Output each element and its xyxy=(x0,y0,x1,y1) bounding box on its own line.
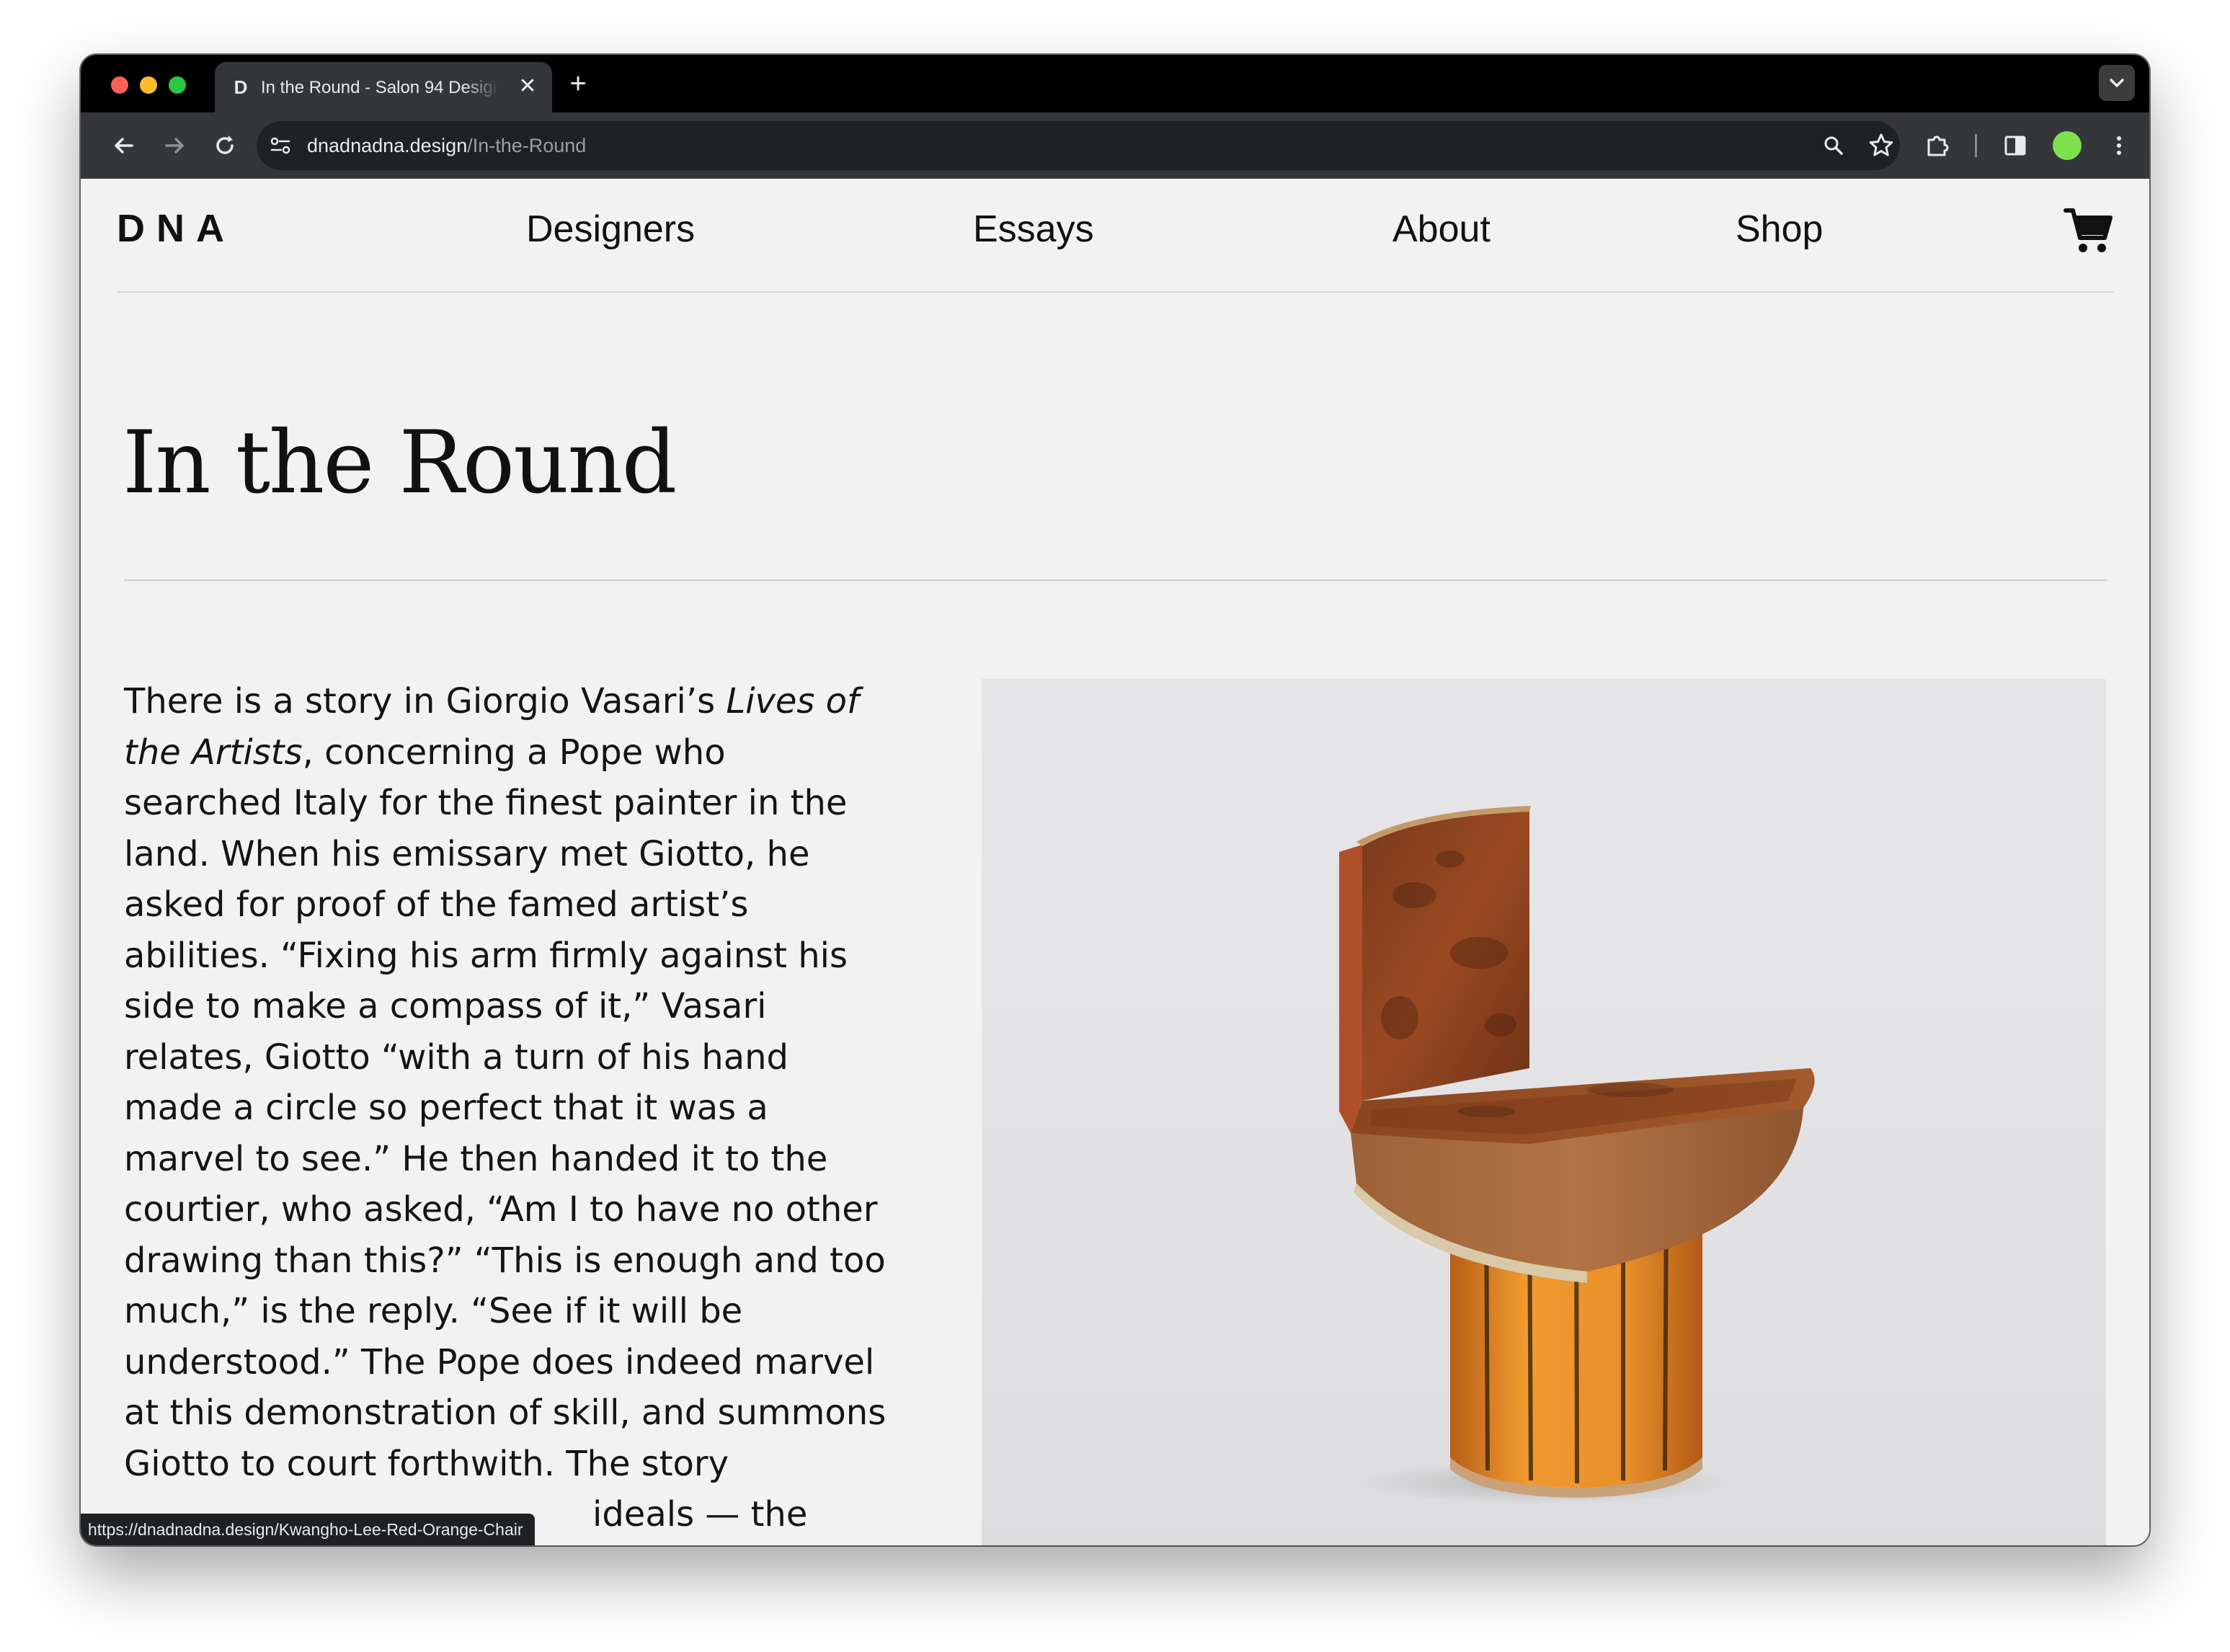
nav-essays[interactable]: Essays xyxy=(973,206,1094,252)
url-host: dnadnadna.design xyxy=(307,135,468,156)
browser-toolbar: dnadnadna.design/In-the-Round xyxy=(81,112,2149,179)
nav-shop[interactable]: Shop xyxy=(1736,206,1823,252)
book-title-italic: the Artists xyxy=(124,732,303,773)
reload-icon[interactable] xyxy=(210,131,239,160)
text-line: side to make a compass of it,” Vasari xyxy=(124,986,767,1026)
tab-search-button[interactable] xyxy=(2099,65,2135,101)
text-line: understood.” The Pope does indeed marvel xyxy=(124,1341,875,1382)
text-line: asked for proof of the famed artist’s xyxy=(124,884,749,925)
bookmark-star-icon[interactable] xyxy=(1867,131,1896,160)
text-line: drawing than this?” “This is enough and … xyxy=(124,1240,886,1281)
more-menu-icon[interactable] xyxy=(2105,131,2133,160)
link-status-bar: https://dnadnadna.design/Kwangho-Lee-Red… xyxy=(81,1514,535,1545)
tab-strip: D In the Round - Salon 94 Design ✕ + xyxy=(81,55,2149,112)
toolbar-separator xyxy=(1975,134,1977,157)
browser-window: D In the Round - Salon 94 Design ✕ + dna… xyxy=(81,55,2149,1545)
new-tab-button[interactable]: + xyxy=(565,69,591,98)
text-line: Giotto to court forthwith. The story xyxy=(124,1443,729,1484)
back-arrow-icon[interactable] xyxy=(110,131,138,160)
text-line: searched Italy for the finest painter in… xyxy=(124,783,848,823)
text-line: land. When his emissary met Giotto, he xyxy=(124,833,810,874)
text-line: the Artists, concerning a Pope who xyxy=(124,727,931,778)
forward-arrow-icon[interactable] xyxy=(160,131,189,160)
nav-about[interactable]: About xyxy=(1392,206,1491,252)
chevron-down-icon xyxy=(2110,79,2124,87)
site-settings-icon[interactable] xyxy=(270,136,291,156)
header-divider xyxy=(117,291,2113,293)
product-image[interactable] xyxy=(982,679,2106,1545)
maximize-window-button[interactable] xyxy=(169,76,186,94)
text-line: There is a story in Giorgio Vasari’s Liv… xyxy=(124,676,931,727)
url-path: /In-the-Round xyxy=(467,135,587,156)
web-page: DNA Designers Essays About Shop In the R… xyxy=(81,179,2149,1545)
browser-tab[interactable]: D In the Round - Salon 94 Design ✕ xyxy=(215,62,552,112)
search-icon[interactable] xyxy=(1821,133,1847,159)
nav-designers[interactable]: Designers xyxy=(526,206,695,252)
text-line: at this demonstration of skill, and summ… xyxy=(124,1393,887,1433)
shopping-cart-icon[interactable] xyxy=(2063,206,2113,257)
site-logo[interactable]: DNA xyxy=(117,206,236,250)
text-line: marvel to see.” He then handed it to the xyxy=(124,1138,828,1179)
side-panel-icon[interactable] xyxy=(2001,131,2030,160)
close-tab-icon[interactable]: ✕ xyxy=(516,75,539,98)
chair-illustration xyxy=(1339,806,1815,1504)
text-line: much,” is the reply. “See if it will be xyxy=(124,1291,743,1331)
text-line: made a circle so perfect that it was a xyxy=(124,1088,768,1128)
page-title: In the Round xyxy=(123,413,677,513)
favicon-icon: D xyxy=(234,76,248,98)
tab-title: In the Round - Salon 94 Design xyxy=(261,78,499,97)
address-bar[interactable]: dnadnadna.design/In-the-Round xyxy=(257,121,1900,170)
article-body: There is a story in Giorgio Vasari’s Liv… xyxy=(124,676,931,1540)
text-line: abilities. “Fixing his arm firmly agains… xyxy=(124,935,848,976)
text-run: , concerning a Pope who xyxy=(302,732,726,773)
text-line: courtier, who asked, “Am I to have no ot… xyxy=(124,1189,878,1230)
close-window-button[interactable] xyxy=(111,76,128,94)
text-line: relates, Giotto “with a turn of his hand xyxy=(124,1036,789,1078)
profile-avatar[interactable] xyxy=(2053,131,2082,160)
extensions-puzzle-icon[interactable] xyxy=(1923,131,1952,160)
minimize-window-button[interactable] xyxy=(140,76,157,94)
url-text[interactable]: dnadnadna.design/In-the-Round xyxy=(307,133,586,159)
text-run: There is a story in Giorgio Vasari’s xyxy=(124,681,727,721)
book-title-italic: Lives of xyxy=(726,681,859,721)
title-divider xyxy=(124,579,2107,581)
